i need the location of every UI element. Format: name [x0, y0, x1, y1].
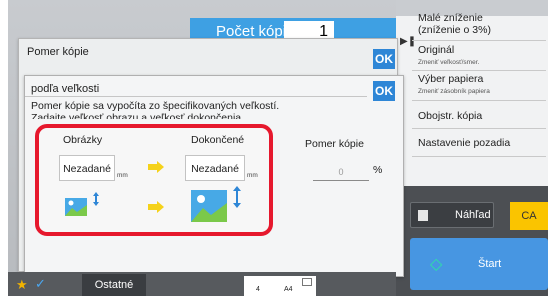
divider [412, 70, 546, 71]
tray-icon [302, 278, 312, 286]
preview-button[interactable]: Náhľad [410, 202, 494, 228]
dialog-title: podľa veľkosti [31, 83, 100, 95]
divider [412, 100, 546, 101]
ok-button[interactable]: OK [373, 81, 395, 101]
start-icon: ◇ [430, 256, 443, 273]
arrow-right-icon [148, 201, 164, 213]
resize-arrow-icon [233, 186, 241, 208]
paper-select-label: Výber papiera [418, 73, 484, 85]
paper-size: A4 [284, 286, 293, 293]
copy-screen: Počet kópií 1 ▶❚ Malé zníženie (zníženie… [8, 0, 548, 296]
image-size-unit: mm [117, 172, 128, 179]
background-setting-item[interactable]: Nastavenie pozadia [418, 137, 546, 149]
description-line-1: Pomer kópie sa vypočíta zo špecifikovaný… [31, 100, 280, 112]
percent-unit: % [373, 164, 383, 176]
divider [412, 156, 546, 157]
image-small-icon [65, 198, 87, 216]
size-input-highlight: Obrázky Dokončené Nezadané mm Nezadané m… [35, 124, 273, 236]
checkmark-icon[interactable]: ✓ [35, 276, 49, 291]
expand-arrow-icon[interactable]: ▶❚ [400, 36, 416, 47]
background-setting-label: Nastavenie pozadia [418, 137, 511, 149]
preview-icon [418, 210, 428, 221]
by-size-dialog: podľa veľkosti OK Pomer kópie sa vypočít… [24, 75, 404, 277]
finished-size-unit: mm [247, 172, 258, 179]
dialog-title: Pomer kópie [27, 46, 89, 58]
images-label: Obrázky [63, 134, 103, 146]
bottom-bar [8, 272, 396, 296]
image-large-icon [191, 190, 227, 222]
paper-status: 4 A4 [244, 276, 316, 296]
small-reduction-label: Malé zníženie [418, 12, 483, 24]
ratio-label: Pomer kópie [305, 138, 364, 150]
ratio-value: 0 [313, 164, 369, 181]
divider [412, 128, 546, 129]
divider [412, 40, 546, 41]
clear-all-button[interactable]: CA [510, 202, 548, 230]
paper-count: 4 [256, 286, 260, 293]
divider [25, 96, 367, 97]
preview-label: Náhľad [455, 209, 491, 221]
description-line-2: Zadajte veľkosť obrazu a veľkosť dokonče… [31, 113, 245, 119]
start-label: Štart [478, 258, 502, 270]
original-label: Originál [418, 44, 455, 56]
original-item[interactable]: Originál Zmeniť veľkosť/smer. [418, 44, 546, 69]
small-reduction-item[interactable]: Malé zníženie (zníženie o 3%) [418, 12, 546, 36]
start-button[interactable]: ◇ Štart [410, 238, 548, 290]
original-sublabel: Zmeniť veľkosť/smer. [418, 59, 480, 66]
paper-select-item[interactable]: Výber papiera Zmeniť zásobník papiera [418, 73, 546, 98]
ok-button[interactable]: OK [373, 49, 395, 69]
resize-arrow-icon [93, 192, 99, 206]
duplex-copy-label: Obojstr. kópia [418, 110, 483, 122]
finished-label: Dokončené [191, 134, 245, 146]
favorite-star-icon[interactable]: ★ [16, 277, 28, 293]
paper-select-sublabel: Zmeniť zásobník papiera [418, 88, 490, 95]
finished-size-field[interactable]: Nezadané [185, 155, 245, 181]
duplex-copy-item[interactable]: Obojstr. kópia [418, 110, 546, 122]
image-size-field[interactable]: Nezadané [59, 155, 115, 181]
other-button[interactable]: Ostatné [82, 274, 146, 296]
arrow-right-icon [148, 161, 164, 173]
small-reduction-sublabel: (zníženie o 3%) [418, 24, 491, 36]
